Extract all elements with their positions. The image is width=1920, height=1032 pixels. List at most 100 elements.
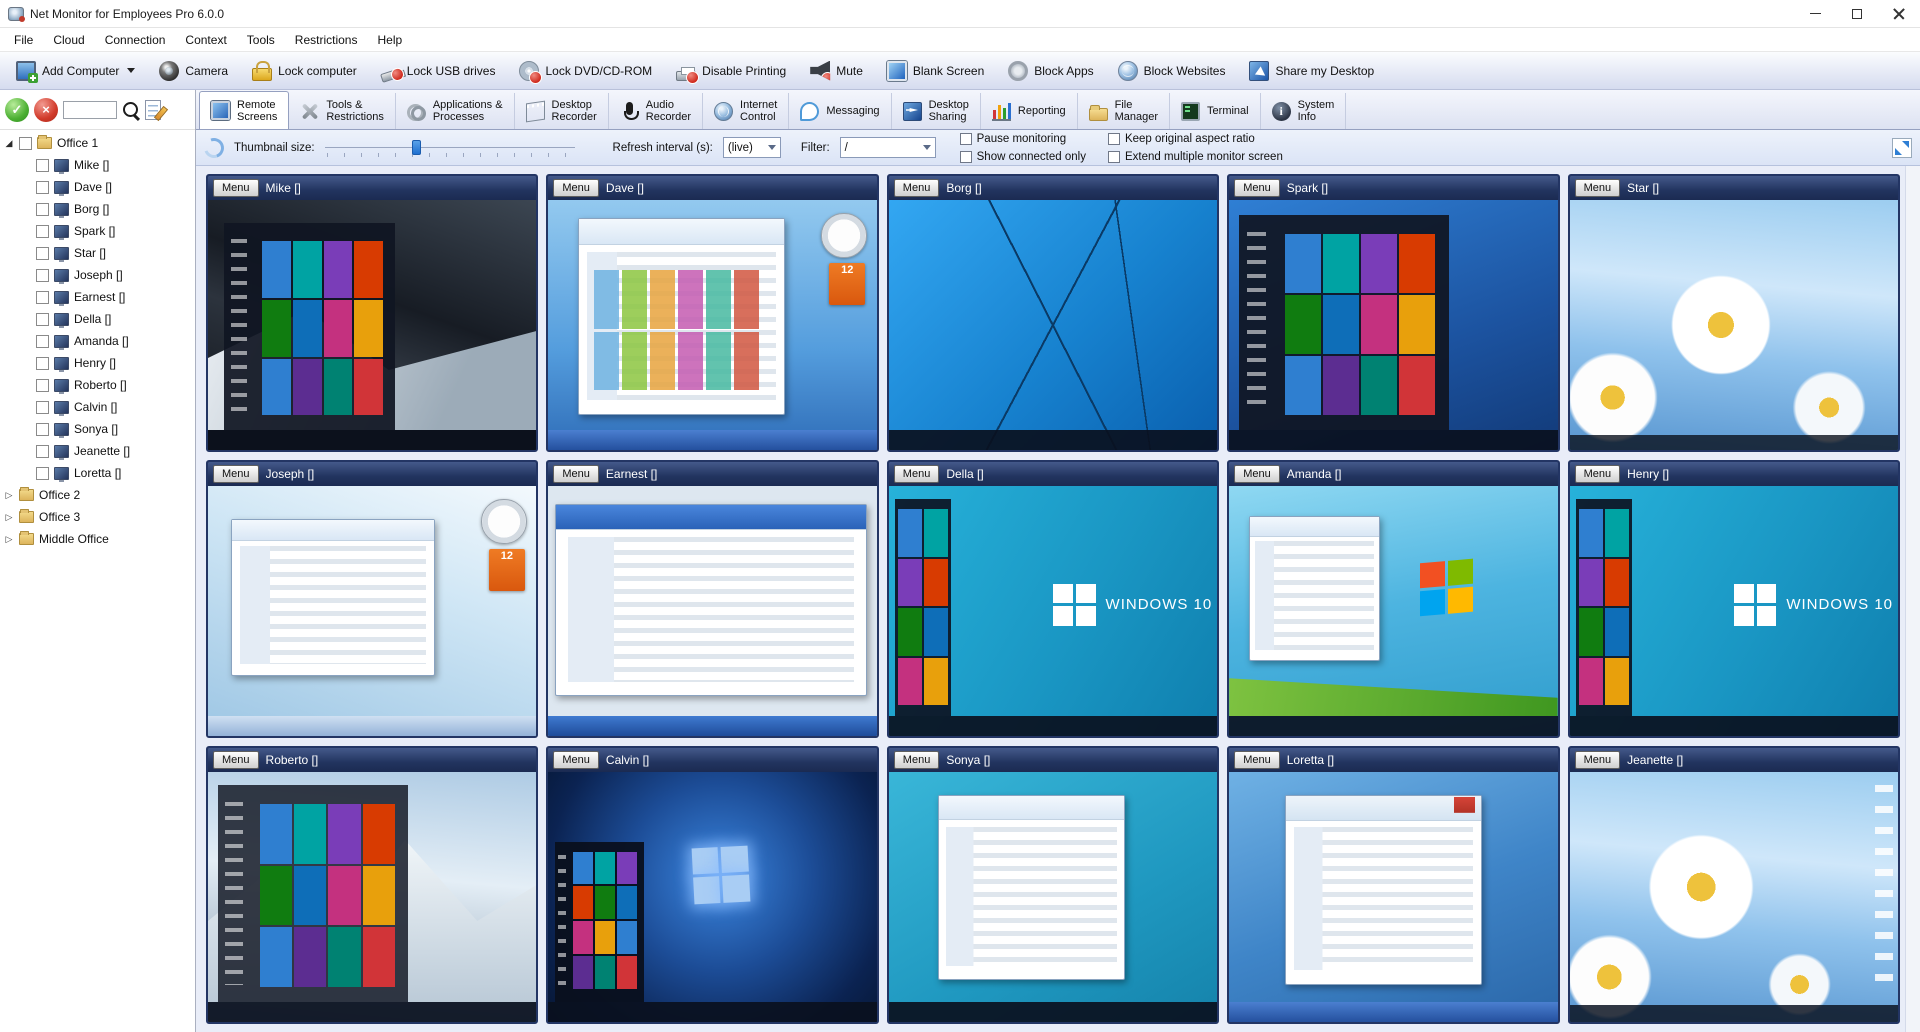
- minimize-button[interactable]: [1794, 0, 1836, 27]
- thumbnail-menu-button[interactable]: Menu: [1575, 751, 1621, 769]
- remote-screen-thumbnail[interactable]: Menu Mike []: [206, 174, 538, 452]
- tree-group-row[interactable]: ▷ Middle Office: [0, 528, 195, 550]
- toolbar-button[interactable]: Lock USB drives: [369, 55, 508, 87]
- tree-item-checkbox[interactable]: [36, 291, 49, 304]
- remote-desktop-preview[interactable]: [208, 772, 536, 1022]
- edit-list-icon[interactable]: [145, 100, 161, 120]
- tree-group-checkbox[interactable]: [19, 137, 32, 150]
- remote-desktop-preview[interactable]: 12: [208, 486, 536, 736]
- tree-item-checkbox[interactable]: [36, 423, 49, 436]
- disconnect-button[interactable]: ×: [34, 98, 58, 122]
- tree-computer-row[interactable]: Joseph []: [0, 264, 195, 286]
- checkbox-box[interactable]: [1108, 133, 1120, 145]
- tree-computer-row[interactable]: Amanda []: [0, 330, 195, 352]
- thumbnail-menu-button[interactable]: Menu: [213, 179, 259, 197]
- tree-item-checkbox[interactable]: [36, 203, 49, 216]
- tree-computer-row[interactable]: Mike []: [0, 154, 195, 176]
- thumbnail-menu-button[interactable]: Menu: [1575, 179, 1621, 197]
- tree-item-checkbox[interactable]: [36, 357, 49, 370]
- remote-screen-thumbnail[interactable]: Menu Jeanette []: [1568, 746, 1900, 1024]
- remote-desktop-preview[interactable]: [1229, 772, 1557, 1022]
- remote-screen-thumbnail[interactable]: Menu Loretta []: [1227, 746, 1559, 1024]
- tree-item-checkbox[interactable]: [36, 181, 49, 194]
- remote-screen-thumbnail[interactable]: Menu Calvin []: [546, 746, 878, 1024]
- remote-screen-thumbnail[interactable]: Menu Earnest []: [546, 460, 878, 738]
- thumbnail-menu-button[interactable]: Menu: [894, 751, 940, 769]
- vertical-scrollbar[interactable]: [1905, 166, 1920, 1032]
- remote-screen-thumbnail[interactable]: Menu Amanda []: [1227, 460, 1559, 738]
- connect-button[interactable]: ✓: [5, 98, 29, 122]
- tree-item-checkbox[interactable]: [36, 467, 49, 480]
- feature-tab[interactable]: Desktop Recorder: [515, 93, 609, 129]
- option-checkbox[interactable]: Extend multiple monitor screen: [1108, 149, 1283, 165]
- thumbnail-menu-button[interactable]: Menu: [894, 179, 940, 197]
- feature-tab[interactable]: Internet Control: [703, 93, 789, 129]
- thumbnail-menu-button[interactable]: Menu: [1575, 465, 1621, 483]
- remote-desktop-preview[interactable]: WINDOWS 10: [1570, 486, 1898, 736]
- tree-item-checkbox[interactable]: [36, 379, 49, 392]
- tree-item-checkbox[interactable]: [36, 401, 49, 414]
- feature-tab[interactable]: Reporting: [981, 93, 1078, 129]
- menubar-item-help[interactable]: Help: [367, 28, 412, 52]
- toolbar-button[interactable]: Mute: [798, 55, 875, 87]
- remote-desktop-preview[interactable]: [1229, 486, 1557, 736]
- toolbar-button[interactable]: Disable Printing: [664, 55, 798, 87]
- feature-tab[interactable]: Remote Screens: [199, 91, 289, 130]
- remote-screen-thumbnail[interactable]: Menu Dave [] 12: [546, 174, 878, 452]
- toolbar-button[interactable]: Lock computer: [240, 55, 369, 87]
- remote-screen-thumbnail[interactable]: Menu Della [] WINDOWS 10: [887, 460, 1219, 738]
- feature-tab[interactable]: Audio Recorder: [609, 93, 703, 129]
- checkbox-box[interactable]: [960, 151, 972, 163]
- tree-computer-row[interactable]: Borg []: [0, 198, 195, 220]
- tree-expand-arrow[interactable]: ▷: [4, 534, 14, 545]
- feature-tab[interactable]: Desktop Sharing: [892, 93, 981, 129]
- remote-desktop-preview[interactable]: [548, 486, 876, 736]
- menubar-item-cloud[interactable]: Cloud: [43, 28, 94, 52]
- tree-group-row[interactable]: ◢ Office 1: [0, 132, 195, 154]
- remote-desktop-preview[interactable]: [1229, 200, 1557, 450]
- tree-item-checkbox[interactable]: [36, 225, 49, 238]
- remote-desktop-preview[interactable]: [1570, 772, 1898, 1022]
- tree-search-input[interactable]: [63, 101, 117, 119]
- tree-computer-row[interactable]: Earnest []: [0, 286, 195, 308]
- option-checkbox[interactable]: Keep original aspect ratio: [1108, 131, 1283, 147]
- thumbnail-menu-button[interactable]: Menu: [553, 465, 599, 483]
- tree-expand-arrow[interactable]: ▷: [4, 490, 14, 501]
- menubar-item-context[interactable]: Context: [175, 28, 236, 52]
- tree-item-checkbox[interactable]: [36, 247, 49, 260]
- thumbnail-menu-button[interactable]: Menu: [1234, 179, 1280, 197]
- thumbnail-menu-button[interactable]: Menu: [213, 465, 259, 483]
- tree-computer-row[interactable]: Jeanette []: [0, 440, 195, 462]
- refresh-interval-select[interactable]: (live): [723, 137, 781, 158]
- remote-desktop-preview[interactable]: 12: [548, 200, 876, 450]
- option-checkbox[interactable]: Show connected only: [960, 149, 1086, 165]
- fullscreen-expand-icon[interactable]: [1892, 138, 1912, 158]
- menubar-item-connection[interactable]: Connection: [95, 28, 176, 52]
- toolbar-button[interactable]: Camera: [147, 55, 240, 87]
- toolbar-button[interactable]: Share my Desktop: [1237, 55, 1386, 87]
- remote-screen-thumbnail[interactable]: Menu Borg []: [887, 174, 1219, 452]
- remote-screen-thumbnail[interactable]: Menu Star []: [1568, 174, 1900, 452]
- remote-desktop-preview[interactable]: WINDOWS 10: [889, 486, 1217, 736]
- maximize-button[interactable]: [1836, 0, 1878, 27]
- thumbnail-menu-button[interactable]: Menu: [894, 465, 940, 483]
- toolbar-button[interactable]: Add Computer: [4, 55, 147, 87]
- feature-tab[interactable]: Applications & Processes: [396, 93, 515, 129]
- remote-screen-thumbnail[interactable]: Menu Sonya []: [887, 746, 1219, 1024]
- close-button[interactable]: [1878, 0, 1920, 27]
- tree-item-checkbox[interactable]: [36, 335, 49, 348]
- remote-desktop-preview[interactable]: [208, 200, 536, 450]
- thumbnail-menu-button[interactable]: Menu: [553, 751, 599, 769]
- thumbnail-size-slider[interactable]: [325, 138, 575, 158]
- tree-computer-row[interactable]: Henry []: [0, 352, 195, 374]
- tree-computer-row[interactable]: Spark []: [0, 220, 195, 242]
- tree-group-row[interactable]: ▷ Office 2: [0, 484, 195, 506]
- toolbar-button[interactable]: Block Apps: [996, 55, 1105, 87]
- remote-screen-thumbnail[interactable]: Menu Joseph [] 12: [206, 460, 538, 738]
- remote-desktop-preview[interactable]: [548, 772, 876, 1022]
- checkbox-box[interactable]: [960, 133, 972, 145]
- thumbnail-menu-button[interactable]: Menu: [1234, 465, 1280, 483]
- slider-thumb[interactable]: [412, 140, 421, 155]
- feature-tab[interactable]: Tools & Restrictions: [289, 93, 395, 129]
- tree-computer-row[interactable]: Roberto []: [0, 374, 195, 396]
